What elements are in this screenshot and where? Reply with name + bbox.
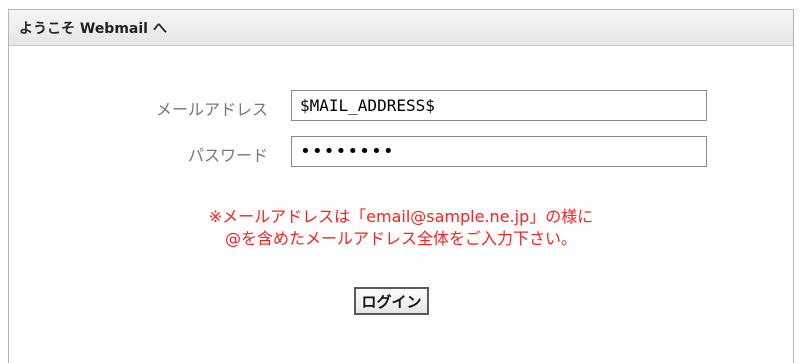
notice-line-2: @を含めたメールアドレス全体をご入力下さい。: [224, 229, 577, 248]
password-label: パスワード: [187, 146, 268, 165]
email-input[interactable]: [291, 90, 707, 121]
panel-title: ようこそ Webmail へ: [19, 20, 167, 37]
login-notice: ※メールアドレスは「email@sample.ne.jp」の様に @を含めたメー…: [9, 206, 793, 250]
password-row: パスワード: [9, 136, 793, 168]
notice-line-1: ※メールアドレスは「email@sample.ne.jp」の様に: [208, 207, 594, 226]
password-input[interactable]: [291, 136, 707, 167]
email-label: メールアドレス: [155, 100, 268, 119]
login-panel: ようこそ Webmail へ メールアドレス パスワード ※メールアドレスは「e…: [8, 9, 794, 363]
panel-header: ようこそ Webmail へ: [9, 10, 793, 46]
login-button[interactable]: ログイン: [354, 287, 429, 315]
email-row: メールアドレス: [9, 90, 793, 122]
